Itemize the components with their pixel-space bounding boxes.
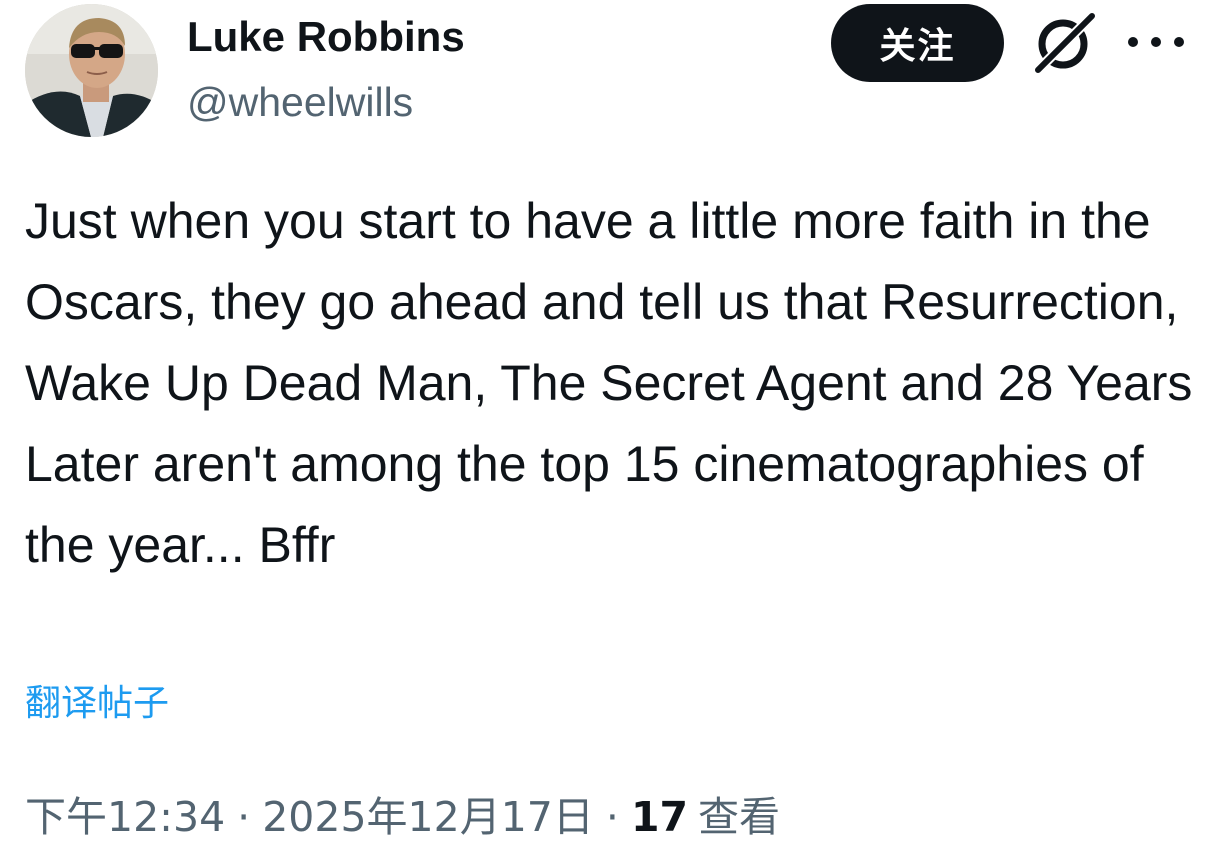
follow-button[interactable]: 关注	[831, 4, 1004, 82]
dot	[1151, 37, 1161, 47]
views-count[interactable]: 17	[631, 790, 688, 844]
avatar-image	[25, 4, 158, 137]
user-handle[interactable]: @wheelwills	[187, 77, 413, 127]
meta-separator: ·	[237, 793, 251, 841]
dot	[1174, 37, 1184, 47]
tweet-text: Just when you start to have a little mor…	[25, 193, 1207, 573]
display-name[interactable]: Luke Robbins	[187, 12, 465, 62]
views-label[interactable]: 查看	[698, 790, 780, 844]
dot	[1128, 37, 1138, 47]
tweet-time[interactable]: 下午12:34	[25, 790, 225, 844]
tweet-date[interactable]: 2025年12月17日	[262, 790, 594, 844]
more-options-icon[interactable]	[1128, 24, 1184, 60]
avatar[interactable]	[25, 4, 158, 137]
tweet-meta: 下午12:34 · 2025年12月17日 · 17 查看	[25, 790, 780, 844]
grok-icon[interactable]	[1030, 10, 1098, 76]
meta-separator: ·	[605, 793, 619, 841]
translate-post-link[interactable]: 翻译帖子	[25, 680, 169, 728]
